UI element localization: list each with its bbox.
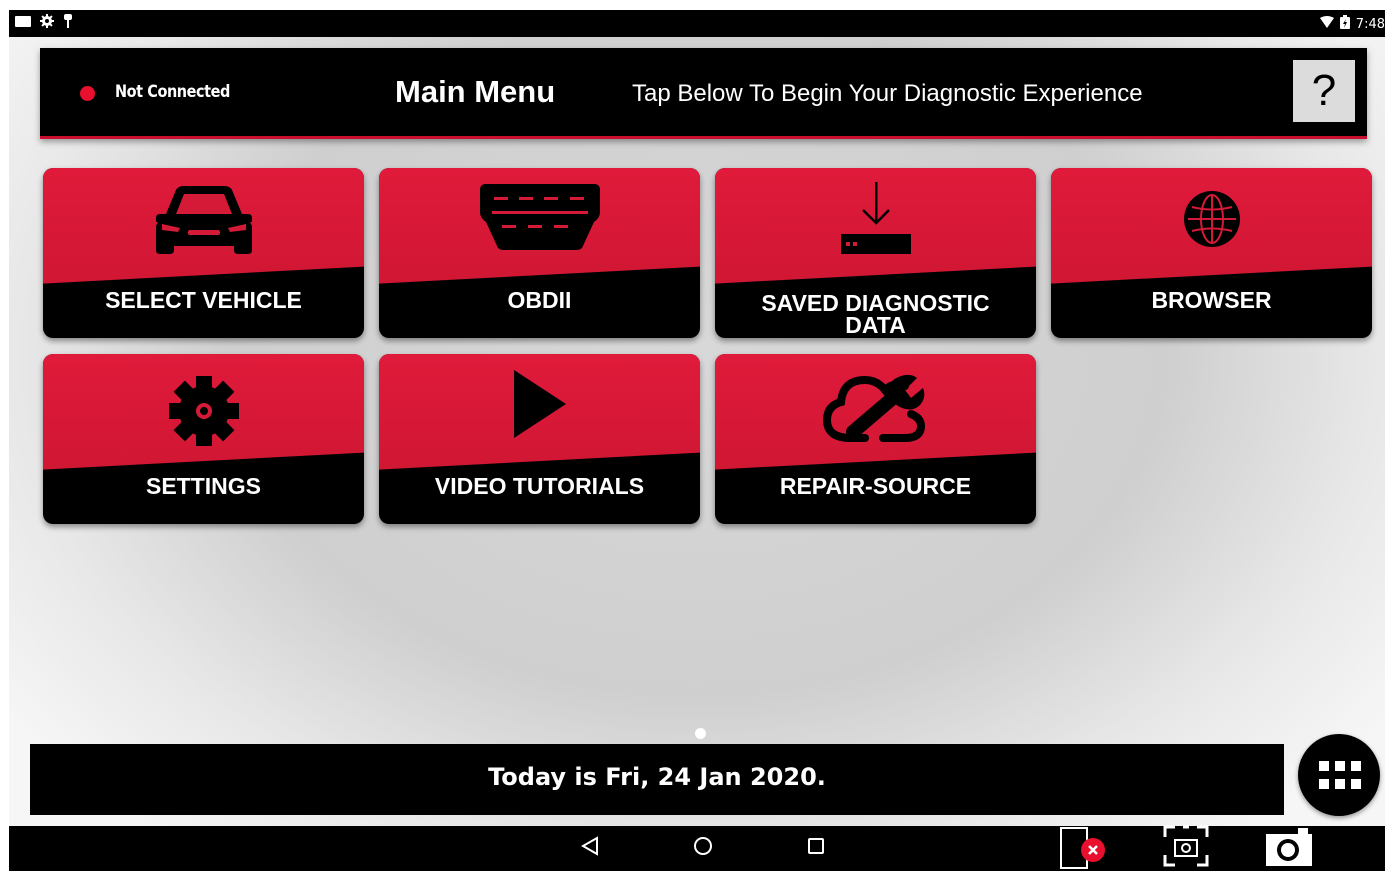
gear-icon (167, 374, 241, 453)
app-screen: 7:48 Not Connected Main Menu Tap Below T… (9, 10, 1385, 871)
back-button[interactable] (575, 826, 605, 871)
repair-source-tile[interactable]: REPAIR-SOURCE (715, 354, 1036, 524)
saved-diagnostic-data-tile[interactable]: SAVED DIAGNOSTIC DATA (715, 168, 1036, 338)
settings-icon (40, 14, 54, 31)
video-tutorials-tile[interactable]: VIDEO TUTORIALS (379, 354, 700, 524)
camera-icon (1264, 826, 1314, 871)
play-icon (512, 368, 568, 445)
settings-tile[interactable]: SETTINGS (43, 354, 364, 524)
recents-icon (807, 837, 825, 860)
tile-label: SETTINGS (145, 473, 261, 499)
header-bar: Not Connected Main Menu Tap Below To Beg… (40, 48, 1367, 139)
select-vehicle-tile[interactable]: SELECT VEHICLE (43, 168, 364, 338)
obdii-tile[interactable]: OBDII (379, 168, 700, 338)
back-icon (580, 836, 599, 861)
navigation-bar (9, 825, 1385, 871)
obd-connector-icon (478, 182, 602, 257)
wifi-icon (1319, 16, 1334, 32)
camera-button[interactable] (1263, 826, 1315, 871)
help-button[interactable]: ? (1293, 60, 1355, 122)
keyboard-icon (15, 15, 31, 30)
disconnect-icon (1059, 824, 1115, 871)
page-subtitle: Tap Below To Begin Your Diagnostic Exper… (632, 80, 1143, 107)
status-bar: 7:48 (9, 10, 1385, 37)
battery-icon (1339, 15, 1350, 33)
cloud-wrench-icon (821, 368, 931, 449)
grid-icon (1319, 761, 1361, 794)
clock: 7:48 (1355, 16, 1385, 32)
globe-icon (1183, 190, 1241, 253)
download-icon (839, 180, 913, 261)
date-bar: Today is Fri, 24 Jan 2020. (30, 744, 1284, 815)
tile-label: SAVED DIAGNOSTIC (761, 290, 990, 316)
tile-label: VIDEO TUTORIALS (434, 473, 645, 499)
screenshot-region-icon (1163, 825, 1209, 871)
usb-icon (63, 14, 73, 31)
screenshot-region-button[interactable] (1161, 825, 1211, 871)
disconnect-button[interactable] (1059, 826, 1115, 871)
tile-label: SELECT VEHICLE (105, 287, 302, 313)
tile-label: REPAIR-SOURCE (779, 473, 972, 499)
page-title: Main Menu (395, 74, 556, 109)
home-button[interactable] (688, 826, 718, 871)
tile-label: BROWSER (1151, 287, 1272, 313)
connection-status-dot (80, 86, 95, 101)
connection-status: Not Connected (115, 82, 230, 102)
tile-label-line2: DATA (845, 312, 906, 338)
recents-button[interactable] (801, 826, 831, 871)
apps-grid-button[interactable] (1298, 734, 1380, 816)
browser-tile[interactable]: BROWSER (1051, 168, 1372, 338)
car-icon (152, 184, 256, 261)
page-indicator-dot (695, 728, 706, 739)
tile-label: OBDII (507, 287, 572, 313)
home-icon (693, 836, 713, 861)
